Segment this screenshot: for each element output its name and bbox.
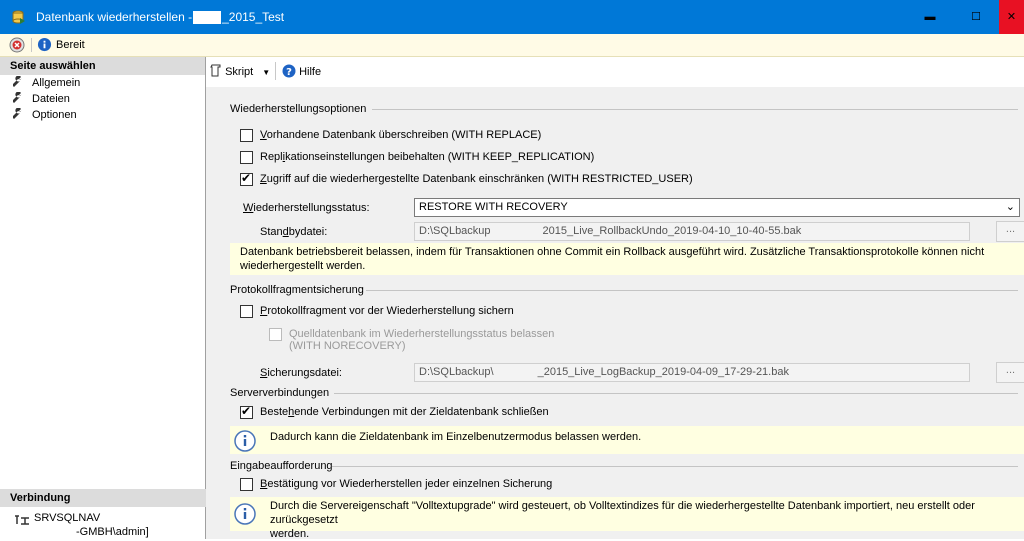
stop-icon[interactable] (9, 37, 25, 53)
fulltext-upgrade-info: Durch die Servereigenschaft "Volltextupg… (230, 497, 1024, 540)
help-icon: ? (282, 64, 296, 78)
redacted-block (193, 11, 222, 25)
chevron-down-icon: ▼ (262, 68, 271, 77)
close-connections-checkbox[interactable] (240, 404, 253, 419)
confirm-each-backup-checkbox[interactable] (240, 478, 253, 491)
overwrite-checkbox[interactable] (240, 129, 253, 142)
title-bar: Datenbank wiederherstellen - _2015_Test ▬… (0, 0, 1024, 34)
tail-log-header: Protokollfragmentsicherung (230, 284, 364, 296)
help-button[interactable]: ? Hilfe (282, 64, 321, 78)
recovery-state-label: Wiederherstellungsstatus: (243, 202, 370, 214)
status-separator (31, 38, 32, 52)
recovery-state-notice: Datenbank betriebsbereit belassen, indem… (230, 243, 1024, 275)
options-page: Wiederherstellungsoptionen Vorhandene Da… (206, 87, 1024, 540)
toolbar-separator (275, 62, 276, 80)
minimize-button[interactable]: ▬ (907, 0, 953, 34)
script-icon (210, 64, 221, 77)
group-divider (366, 290, 1018, 291)
page-item-label: Dateien (32, 93, 70, 105)
wrench-icon (13, 92, 22, 103)
page-item-label: Optionen (32, 109, 77, 121)
page-item-options[interactable]: Optionen (0, 107, 205, 123)
info-icon (234, 503, 256, 525)
server-connection-icon (15, 515, 29, 525)
svg-text:?: ? (286, 67, 292, 78)
wrench-icon (13, 108, 22, 119)
chevron-down-icon: ⌄ (1005, 201, 1015, 213)
group-divider (334, 393, 1018, 394)
recovery-state-select[interactable]: RESTORE WITH RECOVERY ⌄ (414, 198, 1020, 217)
keep-replication-checkbox[interactable] (240, 151, 253, 164)
info-icon (37, 37, 52, 52)
server-connections-info: Dadurch kann die Zieldatenbank im Einzel… (230, 426, 1024, 454)
select-page-header: Seite auswählen (0, 57, 205, 75)
backup-file-browse-button[interactable]: ... (996, 362, 1024, 383)
wrench-icon (13, 76, 22, 87)
standby-file-label: Standbydatei: (260, 226, 328, 238)
server-connections-header: Serververbindungen (230, 387, 330, 399)
maximize-button[interactable]: ☐ (953, 0, 999, 34)
group-divider (372, 109, 1018, 110)
standby-file-input[interactable]: D:\SQLbackup 2015_Live_RollbackUndo_2019-… (414, 222, 970, 241)
left-pane: Seite auswählen Allgemein Dateien Option… (0, 57, 215, 539)
toolbar: Skript ▼ ? Hilfe (206, 57, 1024, 87)
standby-browse-button[interactable]: ... (996, 221, 1024, 242)
tail-log-backup-checkbox[interactable] (240, 305, 253, 318)
backup-file-input[interactable]: D:\SQLbackup\ _2015_Live_LogBackup_2019-0… (414, 363, 970, 382)
prompt-header: Eingabeaufforderung (230, 460, 333, 472)
norecovery-checkbox[interactable] (269, 328, 282, 341)
script-button[interactable]: Skript ▼ (210, 64, 270, 78)
status-text: Bereit (56, 39, 85, 51)
restrict-access-checkbox[interactable] (240, 171, 253, 186)
restore-options-header: Wiederherstellungsoptionen (230, 103, 367, 115)
close-button[interactable]: ✕ (999, 0, 1024, 34)
connection-user: -GMBH\admin] (76, 526, 149, 538)
page-item-general[interactable]: Allgemein (0, 75, 205, 91)
connection-header: Verbindung (0, 489, 215, 507)
page-item-files[interactable]: Dateien (0, 91, 205, 107)
page-item-label: Allgemein (32, 77, 81, 89)
status-bar: Bereit (0, 34, 1024, 57)
window-title: Datenbank wiederherstellen - _2015_Test (36, 10, 285, 25)
database-restore-icon (12, 10, 25, 24)
group-divider (332, 466, 1018, 467)
info-icon (234, 430, 256, 452)
backup-file-label: Sicherungsdatei: (260, 367, 342, 379)
